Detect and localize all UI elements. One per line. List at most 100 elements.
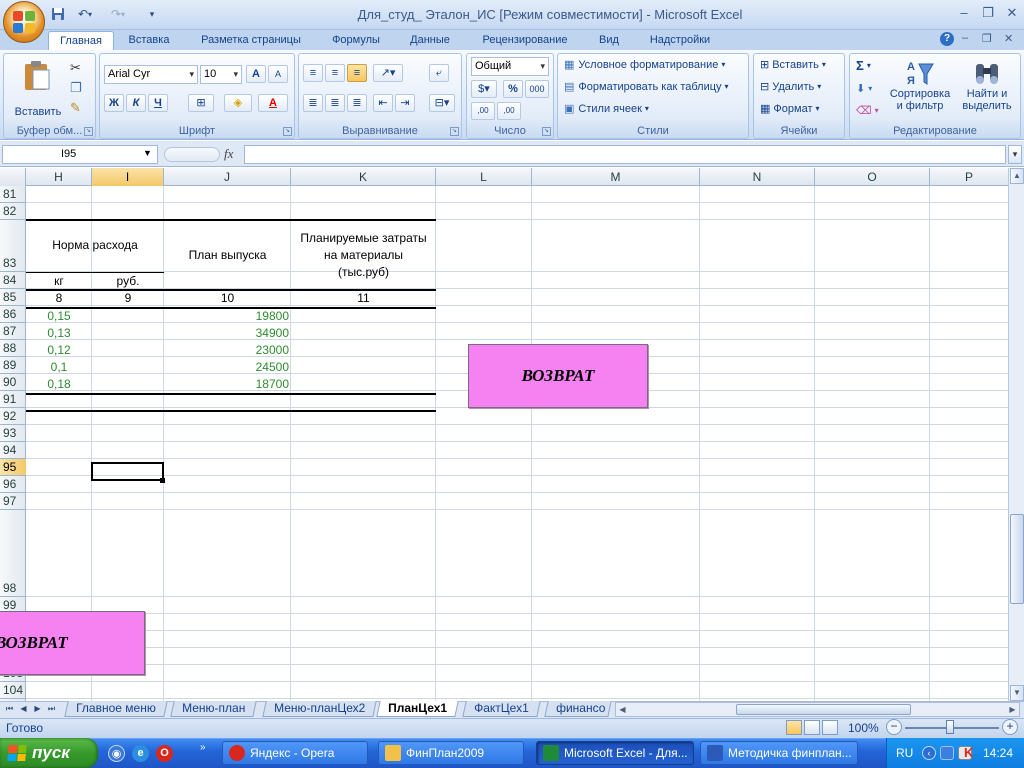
row-header-88[interactable]: 88	[0, 340, 26, 357]
row-header-95[interactable]: 95	[0, 459, 26, 476]
restore-button[interactable]: ❐	[976, 4, 1000, 22]
font-size-combo[interactable]: 10	[200, 65, 242, 84]
row-header-96[interactable]: 96	[0, 476, 26, 493]
sheet-tab-fact-1[interactable]: ФактЦех1	[462, 701, 541, 717]
increase-decimal-button[interactable]: ,00	[471, 102, 495, 120]
tab-data[interactable]: Данные	[398, 31, 462, 50]
tab-addins[interactable]: Надстройки	[636, 31, 724, 50]
select-all-corner[interactable]	[0, 168, 26, 186]
workbook-restore-icon[interactable]: ❐	[982, 32, 992, 45]
row-header-87[interactable]: 87	[0, 323, 26, 340]
ribbon-minimize-icon[interactable]: –	[962, 32, 968, 44]
normal-view-icon[interactable]	[786, 720, 802, 735]
sort-filter-button[interactable]: AЯ Сортировка и фильтр	[886, 58, 954, 112]
col-header-m[interactable]: M	[532, 168, 700, 186]
align-bottom-icon[interactable]: ≡	[347, 64, 367, 82]
tab-insert[interactable]: Вставка	[118, 31, 180, 50]
name-box[interactable]: I95	[2, 145, 158, 164]
shrink-font-button[interactable]: A	[268, 65, 288, 83]
font-launcher-icon[interactable]: ↘	[283, 127, 292, 136]
sheet-tab-menu-plan[interactable]: Меню-план	[170, 701, 257, 717]
row-header-92[interactable]: 92	[0, 408, 26, 425]
insert-function-icon[interactable]: fx	[224, 146, 233, 162]
tab-formulas[interactable]: Формулы	[320, 31, 392, 50]
tab-home[interactable]: Главная	[48, 31, 114, 50]
col-header-h[interactable]: H	[26, 168, 92, 186]
return-button-lower[interactable]: ВОЗВРАТ	[0, 611, 145, 675]
copy-icon[interactable]: ❐	[70, 80, 82, 96]
scroll-up-icon[interactable]: ▲	[1010, 168, 1024, 184]
fill-icon[interactable]: ⬇ ▾	[856, 82, 872, 95]
row-header-84[interactable]: 84	[0, 272, 26, 289]
conditional-formatting-button[interactable]: ▦ Условное форматирование ▾	[564, 58, 725, 72]
font-color-button[interactable]: A	[258, 94, 288, 112]
tray-collapse-icon[interactable]: ‹	[922, 746, 936, 760]
increase-indent-icon[interactable]: ⇥	[395, 94, 415, 112]
vertical-scroll-thumb[interactable]	[1010, 514, 1024, 604]
row-header-93[interactable]: 93	[0, 425, 26, 442]
clipboard-launcher-icon[interactable]: ↘	[84, 127, 93, 136]
col-header-n[interactable]: N	[700, 168, 815, 186]
scroll-down-icon[interactable]: ▼	[1010, 685, 1024, 701]
name-box-dropdown-icon[interactable]: ▼	[143, 148, 152, 158]
row-header-104[interactable]: 104	[0, 682, 26, 699]
opera-quicklaunch-icon[interactable]: O	[156, 745, 173, 762]
zoom-out-button[interactable]: −	[886, 719, 902, 735]
task-opera[interactable]: Яндекс - Opera	[222, 741, 368, 765]
row-header-85[interactable]: 85	[0, 289, 26, 306]
show-desktop-icon[interactable]: ◉	[108, 745, 125, 762]
wrap-text-icon[interactable]: ⤶	[429, 64, 449, 82]
row-header-83[interactable]: 83	[0, 220, 26, 272]
page-break-view-icon[interactable]	[822, 720, 838, 735]
customize-qat-icon[interactable]: ▾	[146, 5, 158, 23]
antivirus-icon[interactable]: K	[964, 745, 973, 760]
formula-input[interactable]	[244, 145, 1006, 164]
row-header-97[interactable]: 97	[0, 493, 26, 510]
formula-expand-icon[interactable]: ▾	[1008, 145, 1022, 164]
save-icon[interactable]	[50, 5, 66, 23]
font-name-combo[interactable]: Arial Cyr	[104, 65, 198, 84]
col-header-i[interactable]: I	[92, 168, 164, 186]
grow-font-button[interactable]: A	[246, 65, 266, 83]
align-left-icon[interactable]: ≣	[303, 94, 323, 112]
orientation-icon[interactable]: ↗▾	[373, 64, 403, 82]
sheet-tab-finance[interactable]: финансо	[544, 701, 612, 717]
paste-button[interactable]: Вставить	[10, 58, 66, 118]
cell-styles-button[interactable]: ▣ Стили ячеек ▾	[564, 102, 649, 116]
task-excel[interactable]: Microsoft Excel - Для...	[536, 741, 694, 765]
active-cell[interactable]	[91, 462, 164, 481]
decrease-indent-icon[interactable]: ⇤	[373, 94, 393, 112]
internet-explorer-icon[interactable]: e	[132, 745, 149, 762]
clear-icon[interactable]: ⌫ ▾	[856, 104, 879, 117]
number-launcher-icon[interactable]: ↘	[542, 127, 551, 136]
thousands-button[interactable]: 000	[525, 80, 549, 98]
prev-sheet-icon[interactable]: ◀	[18, 702, 29, 716]
zoom-level[interactable]: 100%	[848, 721, 879, 735]
scroll-left-icon[interactable]: ◀	[616, 703, 629, 716]
alignment-launcher-icon[interactable]: ↘	[450, 127, 459, 136]
italic-button[interactable]: К	[126, 94, 146, 112]
task-finplan[interactable]: ФинПлан2009	[378, 741, 524, 765]
horizontal-scroll-thumb[interactable]	[736, 704, 911, 715]
scroll-right-icon[interactable]: ▶	[1006, 703, 1019, 716]
redo-icon[interactable]: ↷ ▾	[104, 5, 132, 23]
horizontal-scrollbar[interactable]: ◀ ▶	[615, 702, 1020, 717]
fill-color-icon[interactable]: ◈	[224, 94, 252, 112]
workbook-close-icon[interactable]: ✕	[1004, 32, 1013, 45]
office-button[interactable]	[3, 1, 45, 43]
col-header-j[interactable]: J	[164, 168, 291, 186]
delete-cells-button[interactable]: ⊟ Удалить ▾	[760, 80, 821, 94]
autosum-button[interactable]: Σ ▾	[856, 58, 871, 73]
align-middle-icon[interactable]: ≡	[325, 64, 345, 82]
decrease-decimal-button[interactable]: ,00	[497, 102, 521, 120]
tab-view[interactable]: Вид	[588, 31, 630, 50]
row-header-82[interactable]: 82	[0, 203, 26, 220]
insert-cells-button[interactable]: ⊞ Вставить ▾	[760, 58, 826, 72]
align-right-icon[interactable]: ≣	[347, 94, 367, 112]
align-top-icon[interactable]: ≡	[303, 64, 323, 82]
row-header-81[interactable]: 81	[0, 186, 26, 203]
merge-center-icon[interactable]: ⊟▾	[429, 94, 455, 112]
zoom-slider-thumb[interactable]	[946, 720, 954, 734]
col-header-l[interactable]: L	[436, 168, 532, 186]
minimize-button[interactable]: –	[952, 4, 976, 22]
